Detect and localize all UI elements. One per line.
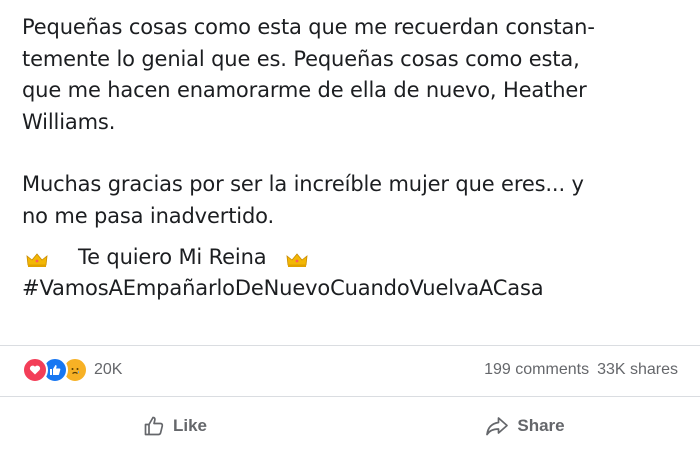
shares-count[interactable]: 33K shares	[597, 361, 678, 379]
reina-line: Te quiero Mi Reina	[22, 242, 694, 273]
share-arrow-icon	[485, 415, 509, 437]
thumbs-up-icon	[143, 415, 165, 437]
comments-count[interactable]: 199 comments	[484, 361, 589, 379]
post-paragraph-2: Muchas gracias por ser la increíble muje…	[22, 169, 694, 232]
reactions-summary[interactable]: 20K	[0, 357, 122, 383]
post-paragraph-1: Pequeñas cosas como esta que me recuerda…	[22, 12, 694, 138]
reaction-count: 20K	[94, 361, 123, 378]
action-bar: Like Share	[0, 402, 700, 450]
post-line: Pequeñas cosas como esta que me recuerda…	[22, 15, 595, 39]
post-line: Muchas gracias por ser la increíble muje…	[22, 172, 584, 196]
like-label: Like	[172, 416, 208, 435]
post-line: no me pasa inadvertido.	[22, 203, 274, 228]
divider	[0, 396, 700, 397]
share-button[interactable]: Share	[350, 415, 700, 437]
hashtag-link[interactable]: #VamosAEmpañarloDeNuevoCuandoVuelvaACasa	[22, 273, 694, 305]
post-line: temente lo genial que es. Pequeñas cosas…	[22, 46, 580, 71]
engagement-counts: 199 comments 33K shares	[484, 361, 700, 379]
post-text: Pequeñas cosas como esta que me recuerda…	[22, 12, 694, 305]
post-line: Williams.	[22, 109, 116, 134]
love-icon	[22, 357, 48, 383]
like-button[interactable]: Like	[0, 415, 350, 437]
reina-text: Te quiero Mi Reina	[78, 244, 267, 269]
crown-icon	[286, 252, 308, 268]
share-label: Share	[517, 416, 565, 435]
crown-icon	[26, 252, 48, 268]
post-line: que me hacen enamorarme de ella de nuevo…	[22, 78, 587, 102]
stats-bar: 20K 199 comments 33K shares	[0, 346, 700, 394]
